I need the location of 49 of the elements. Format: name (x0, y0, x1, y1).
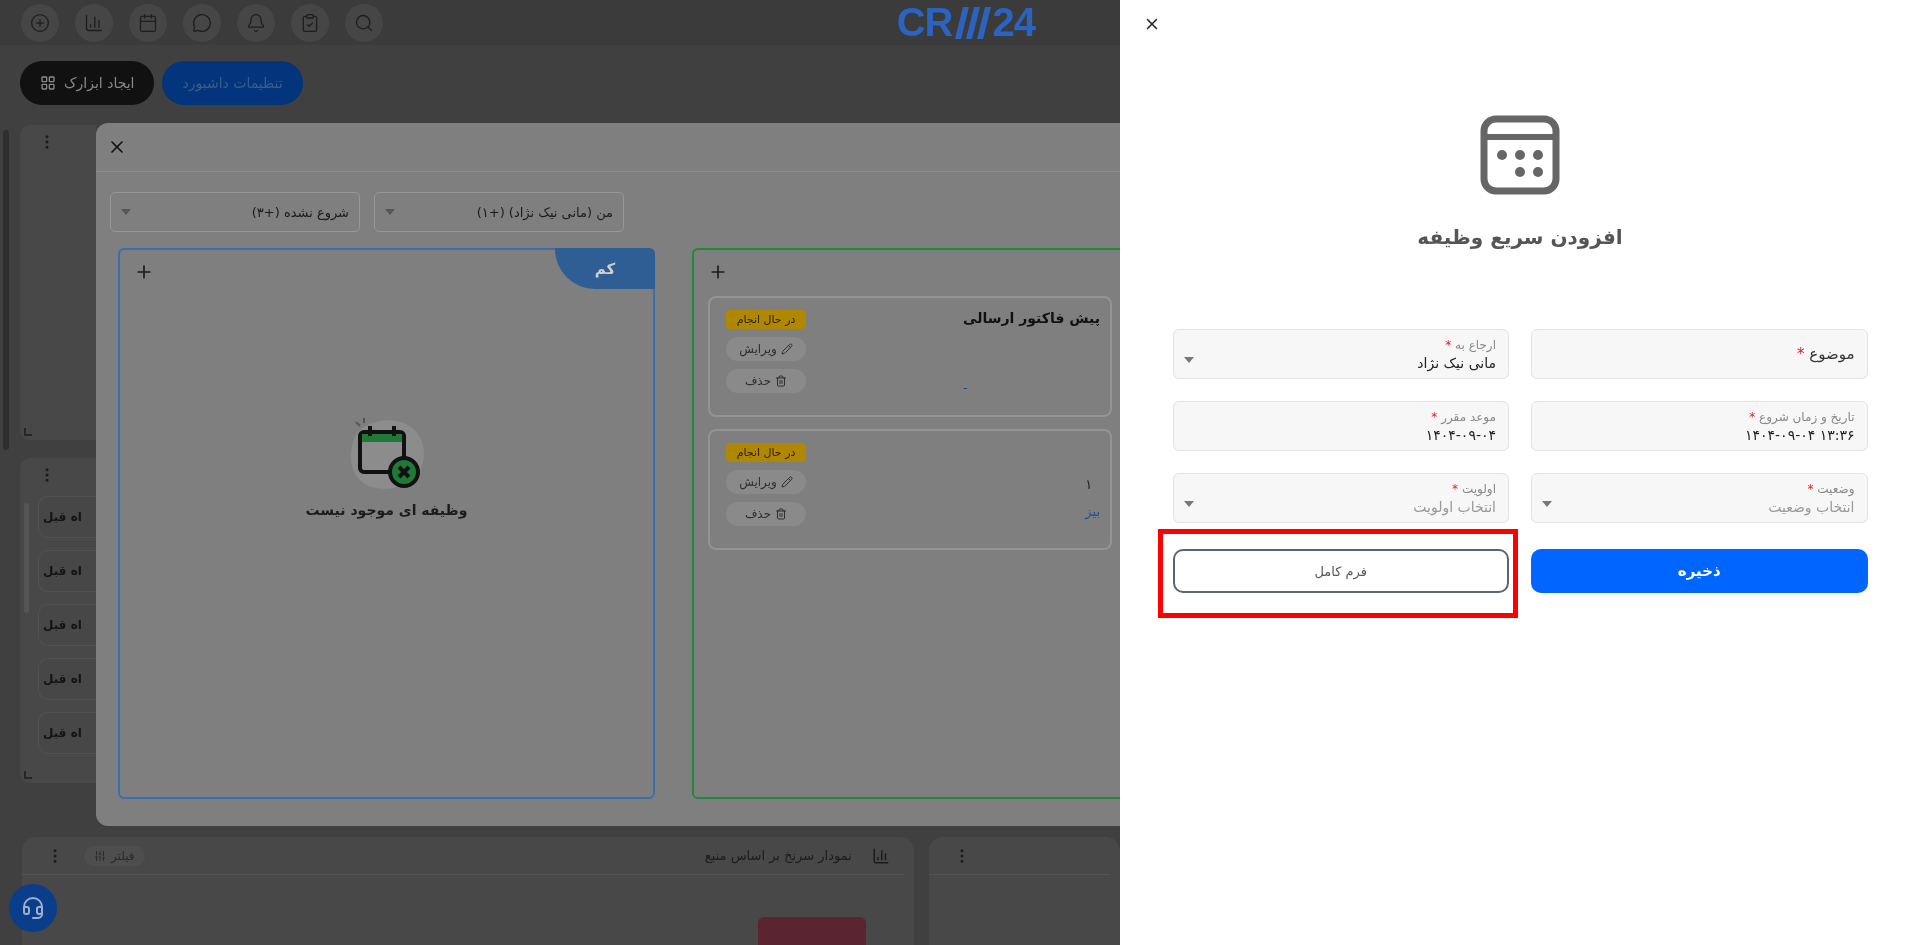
select-field[interactable]: اولویت * انتخاب اولویت (1172, 473, 1509, 523)
input-field[interactable]: تاریخ و زمان شروع * ۱۳:۳۶ ۱۴۰۴-۰۹-۰۴ (1531, 401, 1868, 451)
bar-chart-icon (871, 846, 890, 865)
edit-button[interactable]: ویرایش (726, 470, 806, 494)
add-icon[interactable] (21, 3, 59, 42)
add-widget-button[interactable]: ایجاد ابزارک (20, 61, 155, 105)
task-card[interactable]: در حال انجام ویرایش حذف پیش فاکتور ارسالی - (708, 296, 1112, 417)
input-field[interactable]: موضوع * (1531, 329, 1868, 379)
support-button[interactable] (9, 884, 57, 932)
chat-icon[interactable] (183, 3, 221, 42)
caret-icon (1542, 501, 1552, 507)
resize-handle-icon[interactable] (24, 428, 32, 436)
grid-plus-icon (40, 75, 56, 91)
search-icon[interactable] (345, 3, 383, 42)
caret-icon (1183, 501, 1194, 507)
resize-handle-icon[interactable] (24, 771, 32, 779)
bar-chart-icon[interactable] (75, 3, 113, 42)
full-form-button[interactable]: فرم کامل (1172, 549, 1509, 593)
filter-dropdown[interactable]: شروع نشده (+۳) (110, 192, 360, 232)
save-button[interactable]: ذخیره (1531, 549, 1868, 593)
delete-button[interactable]: حذف (726, 369, 806, 393)
edit-button[interactable]: ویرایش (726, 337, 806, 361)
trash-icon (775, 508, 788, 520)
input-field[interactable]: موعد مقرر * ۱۴۰۴-۰۹-۰۴ (1172, 401, 1509, 451)
task-card[interactable]: در حال انجام ویرایش حذف ۱ بیز (708, 429, 1112, 550)
empty-message: وظیفه ای موجود نیست (305, 502, 468, 518)
status-badge: در حال انجام (726, 310, 806, 329)
calendar-icon[interactable] (129, 3, 167, 42)
caret-icon (121, 209, 131, 215)
task-title: پیش فاکتور ارسالی (963, 310, 1100, 326)
pencil-icon (780, 343, 793, 355)
calendar-icon (1480, 115, 1560, 195)
status-badge: در حال انجام (726, 443, 806, 462)
logo: CR 24 (896, 0, 1035, 45)
select-field[interactable]: ارجاع به * مانی نیک نژاد (1172, 329, 1509, 379)
caret-icon (1183, 357, 1194, 363)
caret-icon (385, 209, 395, 215)
pencil-icon (780, 476, 793, 488)
bell-icon[interactable] (237, 3, 275, 42)
clipboard-icon[interactable] (291, 3, 329, 42)
delete-button[interactable]: حذف (726, 502, 806, 526)
sliders-icon (94, 849, 106, 862)
drawer-title: افزودن سریع وظیفه (1417, 225, 1623, 249)
trash-icon (775, 375, 788, 387)
task-detail: ۱ (1085, 477, 1093, 492)
column-tab[interactable]: کم (555, 248, 655, 289)
headset-icon (21, 896, 45, 920)
filter-dropdown[interactable]: من (مانی نیک نژاد) (+۱) (374, 192, 624, 232)
select-field[interactable]: وضعیت * انتخاب وضعیت (1531, 473, 1868, 523)
